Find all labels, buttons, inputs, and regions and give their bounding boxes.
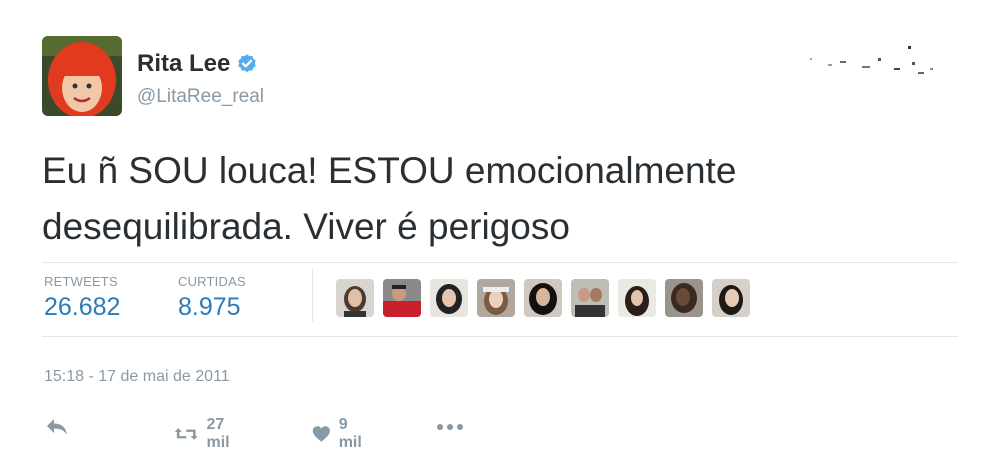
- liker-avatar[interactable]: [336, 279, 374, 317]
- liker-avatars: [336, 279, 759, 317]
- blurred-follow-icon: [810, 46, 933, 74]
- verified-badge-icon: [238, 54, 257, 73]
- liker-avatar[interactable]: [618, 279, 656, 317]
- stats-bottom-divider: [42, 336, 958, 337]
- liker-avatar[interactable]: [477, 279, 515, 317]
- retweet-button[interactable]: 27 mil: [174, 416, 239, 452]
- likes-value: 8.975: [178, 293, 241, 321]
- retweet-icon: [174, 428, 198, 440]
- like-button[interactable]: 9 mil: [312, 416, 367, 452]
- follow-button-area[interactable]: [800, 36, 960, 96]
- tweet-timestamp[interactable]: 15:18 - 17 de mai de 2011: [44, 368, 230, 386]
- retweet-count: 27 mil: [206, 416, 230, 451]
- author-name[interactable]: Rita Lee: [137, 50, 230, 78]
- liker-avatar[interactable]: [712, 279, 750, 317]
- heart-icon: [312, 426, 330, 442]
- retweets-stat[interactable]: RETWEETS 26.682: [44, 274, 120, 322]
- retweets-value: 26.682: [44, 293, 121, 321]
- more-icon: [437, 424, 463, 430]
- stats-top-divider: [42, 262, 958, 263]
- author-avatar[interactable]: [42, 36, 122, 116]
- likes-stat[interactable]: CURTIDAS 8.975: [178, 274, 246, 322]
- liker-avatar[interactable]: [665, 279, 703, 317]
- tweet-text-line-2: desequilibrada. Viver é perigoso: [42, 206, 570, 247]
- like-count: 9 mil: [338, 416, 362, 451]
- liker-avatar[interactable]: [524, 279, 562, 317]
- tweet-text-line-1: Eu ñ SOU louca! ESTOU emocionalmente: [42, 150, 737, 191]
- tweet-text: Eu ñ SOU louca! ESTOU emocionalmente des…: [42, 143, 942, 255]
- liker-avatar[interactable]: [571, 279, 609, 317]
- more-button[interactable]: [436, 420, 464, 434]
- avatar-portrait-icon: [42, 36, 122, 116]
- liker-avatar[interactable]: [430, 279, 468, 317]
- tweet-card: Rita Lee @LitaRee_real Eu ñ SOU louca! E…: [0, 0, 984, 460]
- author-name-row[interactable]: Rita Lee: [137, 50, 258, 78]
- retweets-label: RETWEETS: [44, 274, 118, 289]
- liker-avatar[interactable]: [383, 279, 421, 317]
- reply-icon: [47, 419, 67, 435]
- author-handle[interactable]: @LitaRee_real: [137, 86, 264, 108]
- likes-label: CURTIDAS: [178, 274, 246, 289]
- reply-button[interactable]: [44, 416, 70, 438]
- stats-vertical-divider: [312, 268, 313, 322]
